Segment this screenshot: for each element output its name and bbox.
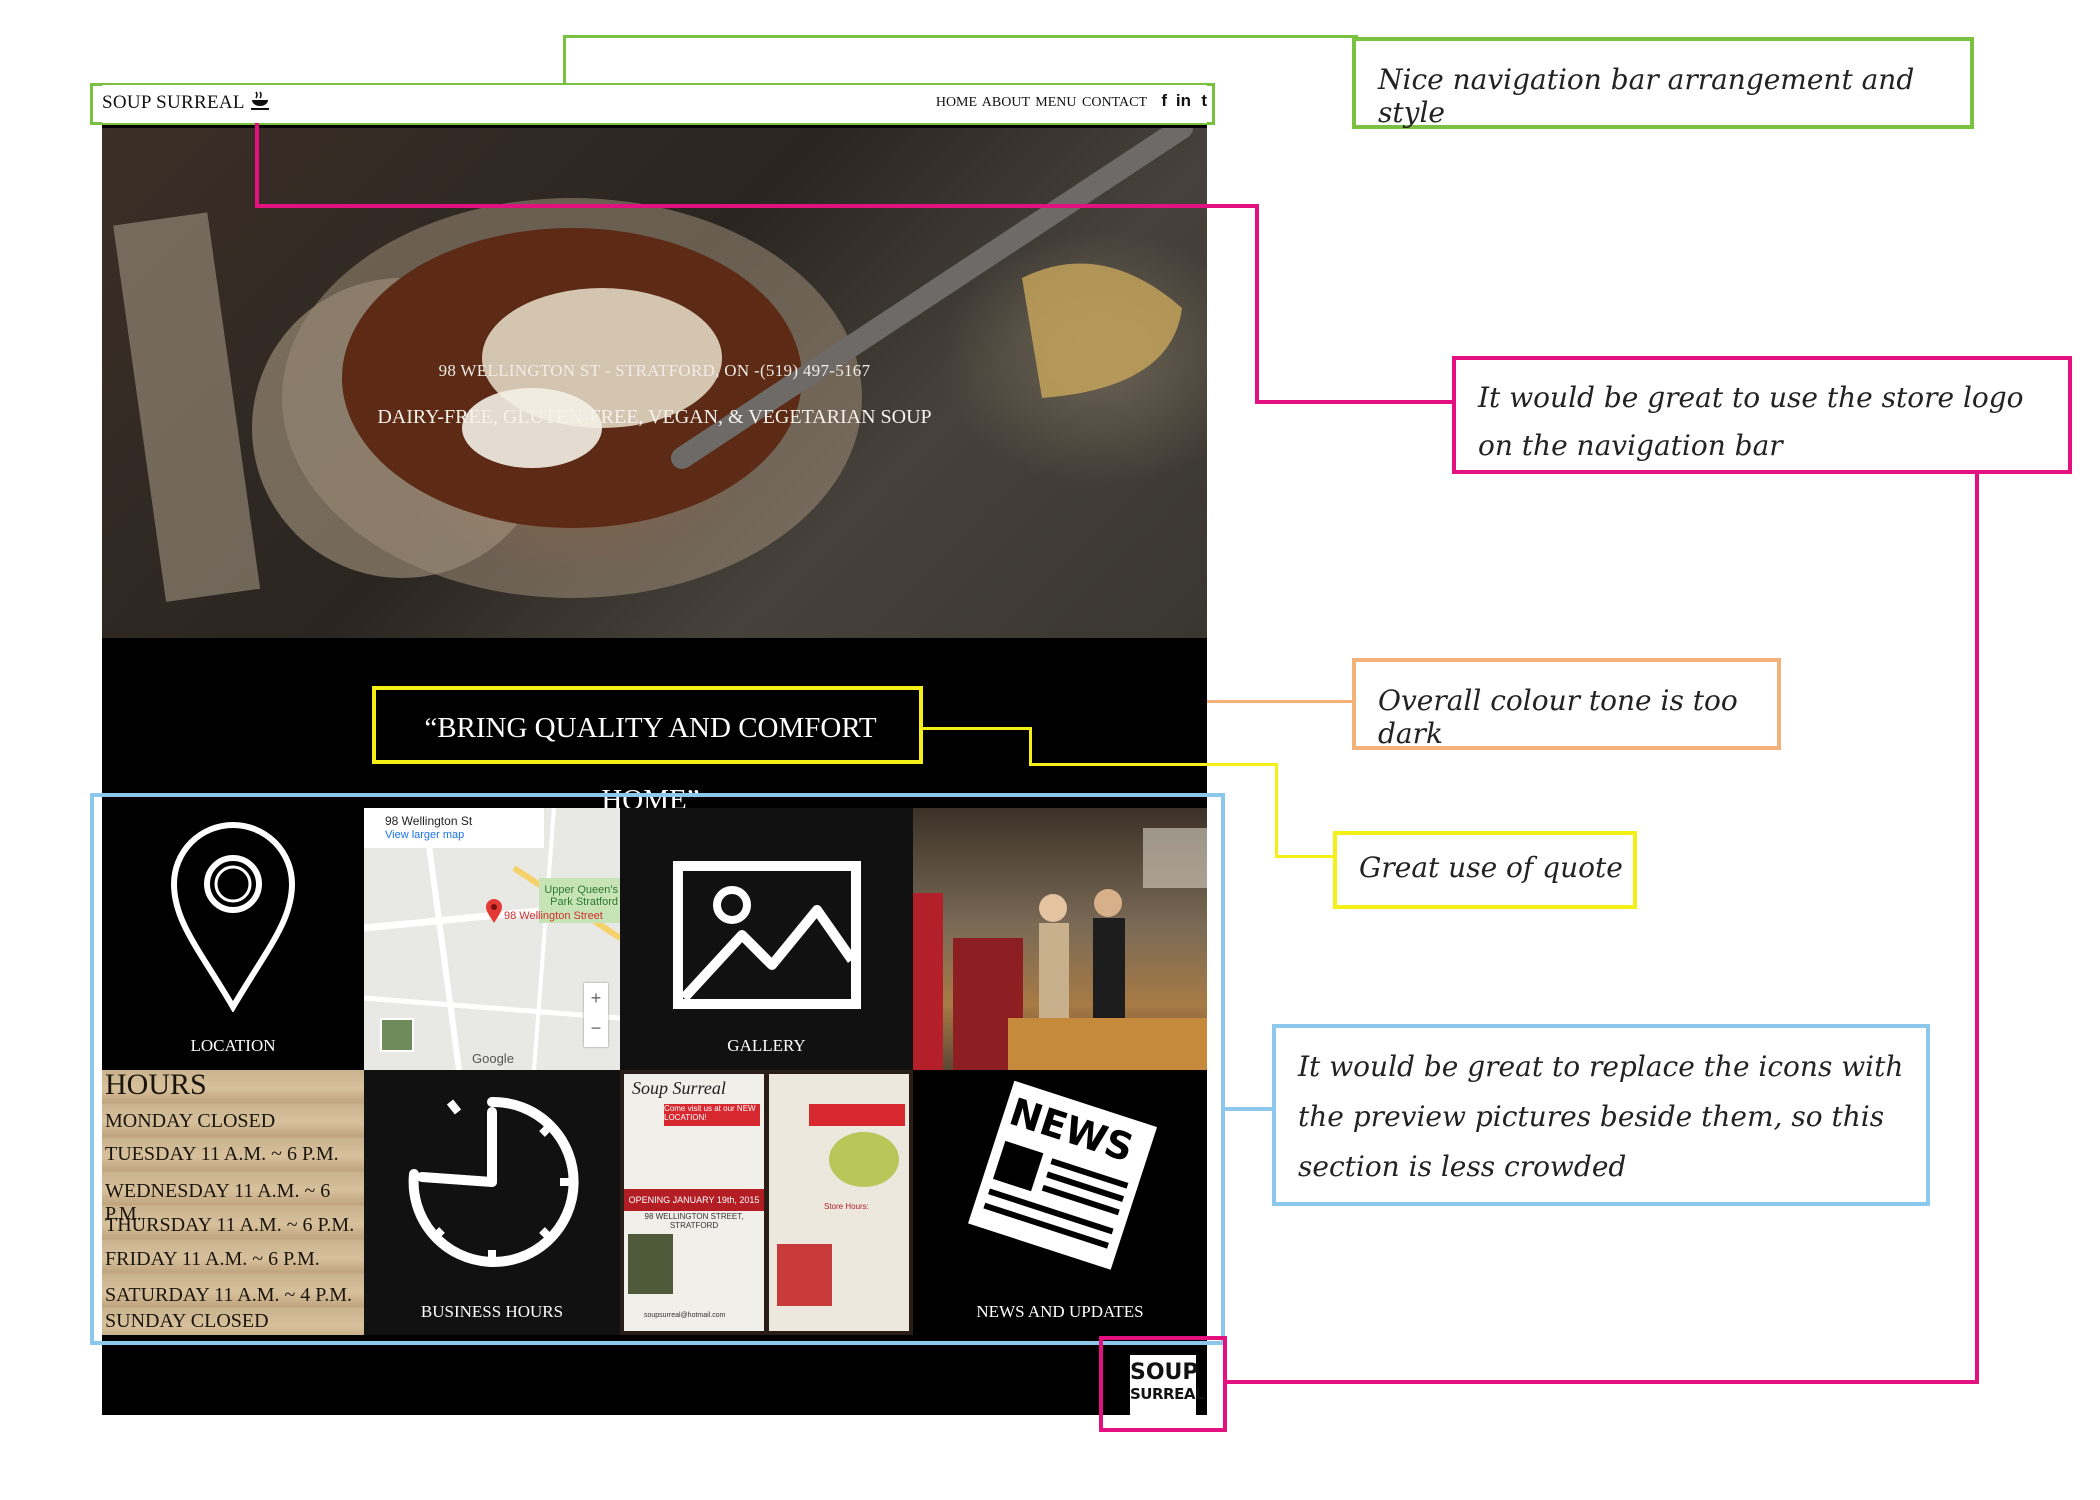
note-quote: Great use of quote <box>1333 831 1637 909</box>
nav-menu[interactable]: MENU <box>1035 95 1076 110</box>
nav-home[interactable]: HOME <box>936 95 977 110</box>
nav-links: HOME ABOUT MENU CONTACT <box>936 95 1147 111</box>
orange-connector <box>1207 700 1354 703</box>
hero-address: 98 WELLINGTON ST - STRATFORD, ON -(519) … <box>438 361 871 380</box>
green-connector-horizontal <box>563 35 1358 38</box>
footer-logo-highlight <box>1099 1336 1227 1432</box>
blue-connector <box>1225 1107 1272 1111</box>
hero-tagline: DAIRY-FREE, GLUTEN-FREE, VEGAN, & VEGETA… <box>377 406 932 428</box>
note-icons-text: It would be great to replace the icons w… <box>1298 1050 1904 1183</box>
green-connector-vertical <box>563 35 566 85</box>
magenta-connector-2 <box>255 204 1259 208</box>
facebook-icon[interactable]: f <box>1161 91 1167 111</box>
nav-about[interactable]: ABOUT <box>982 95 1030 110</box>
note-tone: Overall colour tone is too dark <box>1352 658 1781 750</box>
magenta-connector-6 <box>1975 470 1979 1384</box>
magenta-connector-3 <box>1255 204 1259 404</box>
magenta-connector-5 <box>1227 1380 1979 1384</box>
yellow-connector-2 <box>1029 727 1032 765</box>
tiles-highlight <box>90 793 1225 1345</box>
yellow-connector-5 <box>1275 855 1335 858</box>
brand-name[interactable]: SOUP SURREAL <box>102 92 245 114</box>
note-tone-text: Overall colour tone is too dark <box>1378 684 1738 750</box>
linkedin-icon[interactable]: in <box>1176 91 1191 111</box>
soup-bowl-icon[interactable] <box>248 89 272 113</box>
note-nav: Nice navigation bar arrangement and styl… <box>1352 37 1974 129</box>
navigation-bar: SOUP SURREAL HOME ABOUT MENU CONTACT f i… <box>102 85 1207 123</box>
magenta-connector-1 <box>255 122 259 208</box>
note-icons: It would be great to replace the icons w… <box>1272 1024 1930 1206</box>
yellow-connector-4 <box>1275 763 1278 857</box>
yellow-connector-1 <box>923 727 1031 730</box>
yellow-connector-3 <box>1029 763 1277 766</box>
quote-highlight <box>372 686 923 764</box>
twitter-icon[interactable]: t <box>1201 91 1207 111</box>
magenta-connector-4 <box>1255 400 1455 404</box>
note-quote-text: Great use of quote <box>1359 851 1623 884</box>
note-nav-text: Nice navigation bar arrangement and styl… <box>1378 63 1915 129</box>
nav-contact[interactable]: CONTACT <box>1082 95 1147 110</box>
note-logo-text: It would be great to use the store logo … <box>1478 381 2024 462</box>
note-logo: It would be great to use the store logo … <box>1452 356 2072 474</box>
